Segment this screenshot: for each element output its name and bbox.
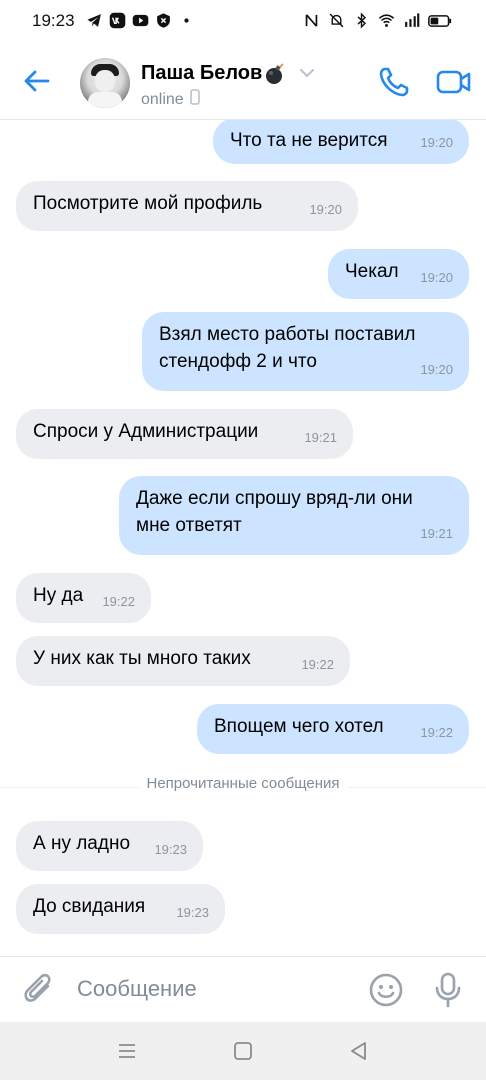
message-time: 19:23 — [154, 842, 187, 857]
contact-name-wrap[interactable]: Паша Белов — [141, 62, 286, 85]
system-icons — [303, 12, 452, 29]
message-time: 19:21 — [304, 430, 337, 445]
message-input[interactable]: Сообщение — [77, 976, 197, 1002]
message-time: 19:20 — [309, 202, 342, 217]
message-time: 19:20 — [420, 362, 453, 377]
message-bubble-outgoing[interactable]: Впощем чего хотел 19:22 — [197, 704, 469, 754]
menu-icon[interactable] — [116, 1040, 138, 1062]
mobile-device-icon — [189, 89, 200, 110]
signal-icon — [403, 12, 420, 29]
message-composer: Сообщение — [0, 956, 486, 1022]
message-bubble-incoming[interactable]: Спроси у Администрации 19:21 — [16, 409, 353, 459]
message-bubble-outgoing[interactable]: Что та не верится 19:20 — [213, 120, 469, 164]
mute-bell-icon — [328, 12, 345, 29]
notification-icons — [86, 12, 195, 29]
message-time: 19:23 — [176, 905, 209, 920]
message-bubble-incoming[interactable]: Ну да 19:22 — [16, 573, 151, 623]
message-bubble-incoming[interactable]: А ну ладно 19:23 — [16, 821, 203, 871]
status-bar: 19:23 — [0, 0, 486, 42]
status-time: 19:23 — [32, 11, 75, 30]
message-time: 19:20 — [420, 270, 453, 285]
paperclip-icon[interactable] — [22, 971, 56, 1007]
bluetooth-icon — [353, 12, 370, 29]
message-text: Посмотрите мой профиль — [33, 193, 263, 214]
message-time: 19:22 — [420, 725, 453, 740]
message-bubble-outgoing[interactable]: Даже если спрошу вряд-ли они мне ответят… — [119, 476, 469, 555]
message-bubble-incoming[interactable]: До свидания 19:23 — [16, 884, 225, 934]
message-text: Что та не верится — [230, 130, 388, 151]
phone-icon[interactable] — [376, 64, 412, 100]
message-text: Спроси у Администрации — [33, 421, 259, 442]
message-text: У них как ты много таких — [33, 648, 251, 669]
message-time: 19:20 — [420, 135, 453, 150]
presence-text: online — [141, 90, 184, 108]
bomb-emoji-icon — [264, 62, 286, 85]
contact-name: Паша Белов — [141, 62, 263, 84]
dot-icon — [178, 12, 195, 29]
message-text: Даже если спрошу вряд-ли они мне ответят — [136, 488, 413, 536]
message-bubble-incoming[interactable]: Посмотрите мой профиль 19:20 — [16, 181, 358, 231]
message-text: Ну да — [33, 585, 84, 606]
unread-divider: Непрочитанные сообщения — [0, 775, 486, 799]
presence-status: online — [141, 89, 200, 110]
message-bubble-outgoing[interactable]: Чекал 19:20 — [328, 249, 469, 299]
wifi-icon — [378, 12, 395, 29]
avatar[interactable] — [80, 58, 130, 108]
message-text: А ну ладно — [33, 833, 131, 854]
back-arrow-icon[interactable] — [22, 66, 52, 96]
system-nav-bar — [0, 1022, 486, 1080]
home-square-icon[interactable] — [232, 1040, 254, 1062]
back-triangle-icon[interactable] — [348, 1040, 370, 1062]
message-list[interactable]: Что та не верится 19:20 Посмотрите мой п… — [0, 120, 486, 956]
message-text: Чекал — [345, 261, 399, 282]
shield-icon — [155, 12, 172, 29]
telegram-icon — [86, 12, 103, 29]
message-text: Впощем чего хотел — [214, 716, 384, 737]
unread-divider-label: Непрочитанные сообщения — [138, 775, 348, 792]
message-bubble-incoming[interactable]: У них как ты много таких 19:22 — [16, 636, 350, 686]
message-input-placeholder: Сообщение — [77, 976, 197, 1001]
message-bubble-outgoing[interactable]: Взял место работы поставил стендофф 2 и … — [142, 312, 469, 391]
smiley-icon[interactable] — [368, 972, 404, 1008]
video-camera-icon[interactable] — [436, 66, 472, 98]
microphone-icon[interactable] — [432, 971, 464, 1009]
message-time: 19:21 — [420, 526, 453, 541]
vk-icon — [109, 12, 126, 29]
chat-header: Паша Белов online — [0, 42, 486, 120]
message-text: Взял место работы поставил стендофф 2 и … — [159, 324, 416, 372]
message-time: 19:22 — [102, 594, 135, 609]
message-text: До свидания — [33, 896, 146, 917]
chevron-down-icon[interactable] — [299, 66, 315, 78]
nfc-icon — [303, 12, 320, 29]
message-time: 19:22 — [301, 657, 334, 672]
youtube-icon — [132, 12, 149, 29]
battery-icon — [428, 12, 452, 29]
